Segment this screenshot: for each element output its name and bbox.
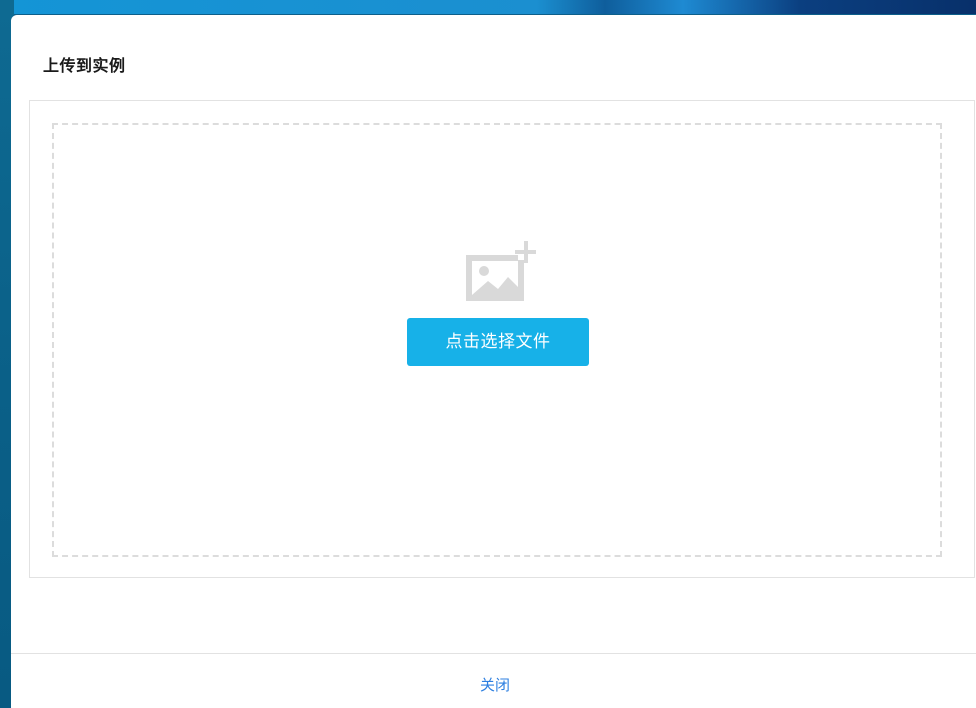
background-page-header (0, 0, 976, 14)
select-file-button[interactable]: 点击选择文件 (407, 318, 589, 366)
image-add-icon (466, 241, 536, 301)
close-button[interactable]: 关闭 (480, 674, 510, 695)
dialog-title: 上传到实例 (43, 56, 126, 75)
footer-divider (11, 653, 976, 654)
upload-panel: 点击选择文件 (29, 100, 975, 578)
file-drop-zone[interactable]: 点击选择文件 (52, 123, 942, 557)
upload-dialog: 上传到实例 点击选择文件 关闭 (11, 15, 976, 708)
